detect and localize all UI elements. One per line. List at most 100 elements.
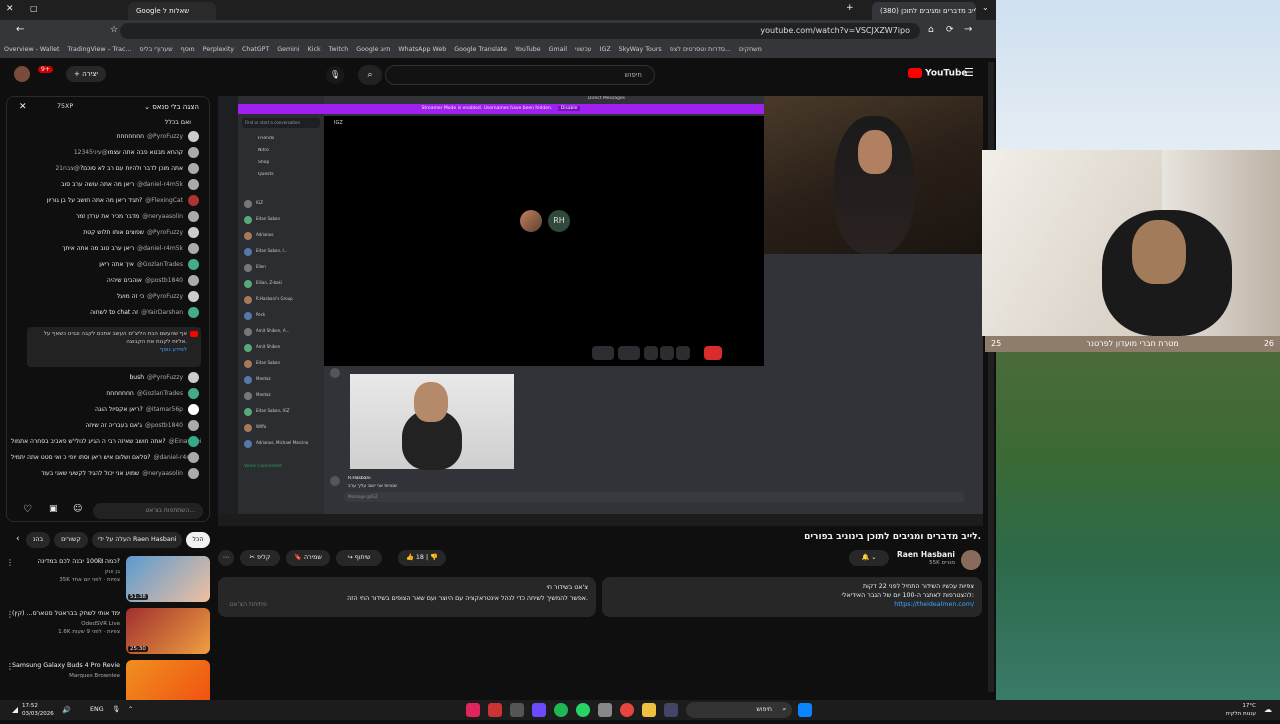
chat-author[interactable]: @PyroFuzzy: [147, 374, 183, 381]
more-vert-icon[interactable]: ⋮: [6, 558, 14, 567]
volume-icon[interactable]: 🔊: [62, 700, 71, 720]
proton-vpn-icon[interactable]: [532, 703, 546, 717]
chevron-left-icon[interactable]: ‹: [16, 534, 20, 544]
dm-item[interactable]: Eitan Saban: [256, 216, 318, 221]
bookmark-item[interactable]: סדרות וטסרטים לצפ...: [670, 42, 731, 58]
recommendation-item[interactable]: 25:30 גל כהן לימד אותי לשחק בבראטל סטארס.…: [6, 608, 210, 654]
dm-item[interactable]: Amit Shiben: [256, 344, 318, 349]
bookmark-item[interactable]: WhatsApp Web: [398, 42, 446, 58]
file-explorer-icon[interactable]: [642, 703, 656, 717]
hamburger-menu-icon[interactable]: ☰: [964, 66, 974, 79]
description-link[interactable]: https://theidealmen.com/: [610, 600, 974, 609]
discord-channel[interactable]: Friends: [258, 136, 274, 141]
channel-name[interactable]: Raen Hasbani: [897, 550, 955, 559]
chat-author[interactable]: @PyroFuzzy: [147, 293, 183, 300]
more-icon[interactable]: [676, 346, 690, 360]
save-button[interactable]: 🔖 שמירה: [286, 550, 330, 566]
chat-author[interactable]: @צבח21: [55, 165, 80, 172]
avatar[interactable]: [961, 550, 981, 570]
description-box[interactable]: צפיות עכשיו השידור התחיל לפני 22 דקות לה…: [602, 577, 982, 617]
start-icon[interactable]: [798, 703, 812, 717]
dm-item[interactable]: Adrianos, Michael Marcino: [256, 440, 318, 445]
bookmark-item[interactable]: IGZ: [600, 42, 611, 58]
more-actions-button[interactable]: ⋯: [218, 550, 234, 566]
bookmark-item[interactable]: Perplexity: [203, 42, 234, 58]
wifi-icon[interactable]: ◢: [12, 700, 18, 720]
bookmark-item[interactable]: Gmail: [549, 42, 567, 58]
taskbar-search[interactable]: חיפוש ⌕: [686, 702, 792, 718]
chat-author[interactable]: @GozlanTrades: [137, 390, 183, 397]
filter-chip[interactable]: העלה על ידי Raen Hasbani: [92, 532, 182, 548]
close-icon[interactable]: ✕: [6, 4, 14, 14]
search-button[interactable]: ⌕: [358, 65, 382, 85]
dm-item[interactable]: Wiffa: [256, 424, 318, 429]
language-indicator[interactable]: ENG: [90, 700, 104, 720]
dm-item[interactable]: Mantaz: [256, 376, 318, 381]
chat-author[interactable]: @postb1840: [145, 422, 183, 429]
discord-channel[interactable]: Nitro: [258, 148, 269, 153]
url-field[interactable]: youtube.com/watch?v=VSCJXZW7ipo: [120, 23, 920, 39]
clip-button[interactable]: ✂ קליפ: [240, 550, 280, 566]
mic-toggle-icon[interactable]: [592, 346, 614, 360]
chat-author[interactable]: @PyroFuzzy: [147, 133, 183, 140]
app-icon[interactable]: [664, 703, 678, 717]
heart-icon[interactable]: ♡: [23, 504, 32, 515]
chat-author[interactable]: @neryaasolin: [142, 470, 183, 477]
video-thumbnail[interactable]: [126, 660, 210, 700]
recommendation-title[interactable]: כמה 100₪ יבנה לכם במדינה?: [12, 558, 120, 566]
tiktok-icon[interactable]: [466, 703, 480, 717]
recommendation-title[interactable]: Samsung Galaxy Buds 4 Pro Review: Better…: [12, 662, 120, 670]
dm-item[interactable]: Ellen: [256, 264, 318, 269]
dm-item[interactable]: IGZ: [256, 200, 318, 205]
more-vert-icon[interactable]: ⋮: [6, 610, 14, 619]
bookmark-item[interactable]: Gemini: [277, 42, 299, 58]
message-input[interactable]: Message @IGZ: [344, 492, 964, 502]
dm-item[interactable]: Ellian, Z-boki: [256, 280, 318, 285]
clock-date[interactable]: 03/03/2026: [22, 704, 54, 724]
dm-item[interactable]: Adrianos: [256, 232, 318, 237]
emoji-icon[interactable]: ☺: [73, 504, 82, 514]
back-icon[interactable]: ←: [16, 24, 24, 35]
chat-author[interactable]: @YairDarshan: [141, 309, 183, 316]
chat-author[interactable]: @FlexingCat: [145, 197, 183, 204]
chevron-up-icon[interactable]: ⌃: [128, 700, 133, 720]
recommendation-item[interactable]: 51:38 כמה 100₪ יבנה לכם במדינה? בן וונק 35K…: [6, 556, 210, 602]
disable-button[interactable]: Disable: [557, 106, 581, 111]
recommendation-title[interactable]: גל כהן לימד אותי לשחק בבראטל סטארס... (ק…: [12, 610, 120, 618]
menu-icon[interactable]: ▢: [30, 4, 38, 13]
dm-item[interactable]: R.Hasbani's Group: [256, 296, 318, 301]
home-icon[interactable]: ⌂: [928, 25, 934, 35]
dm-item[interactable]: Mantaz: [256, 392, 318, 397]
open-chat-button[interactable]: פתיחת הצ'אט: [226, 597, 270, 613]
app-icon[interactable]: [488, 703, 502, 717]
tab-google[interactable]: Google שאלות ל: [128, 2, 216, 20]
chat-input[interactable]: השתתפות בצ'אט...: [93, 503, 203, 519]
chat-author[interactable]: @עיני12345: [74, 149, 108, 156]
chat-author[interactable]: @neryaasolin: [142, 213, 183, 220]
chrome-icon[interactable]: [620, 703, 634, 717]
dm-item[interactable]: Eitan Saban: [256, 360, 318, 365]
bookmark-item[interactable]: Kick: [308, 42, 321, 58]
learn-more-link[interactable]: למידע נוסף: [160, 347, 187, 353]
bookmark-item[interactable]: Google Translate: [454, 42, 507, 58]
chat-author[interactable]: @daniel-r4m5k: [137, 245, 183, 252]
chat-author[interactable]: @GozlanTrades: [137, 261, 183, 268]
chevron-down-icon[interactable]: ⌄: [982, 3, 989, 12]
recommendation-item[interactable]: Samsung Galaxy Buds 4 Pro Review: Better…: [6, 660, 210, 700]
mic-button[interactable]: 🎙: [326, 66, 344, 84]
chat-author[interactable]: @itamar56p: [146, 406, 183, 413]
bookmark-item[interactable]: Overview - Wallet: [4, 42, 59, 58]
dm-item[interactable]: Peck: [256, 312, 318, 317]
filter-chip[interactable]: בהנ: [26, 532, 50, 548]
bookmark-item[interactable]: TradingView – Trac...: [67, 42, 131, 58]
recommendation-channel[interactable]: בן וונק: [12, 568, 120, 576]
search-input[interactable]: חיפוש: [385, 65, 655, 85]
tab-youtube-live[interactable]: (380) לייב מדברים ומגיבים לתוכן: [872, 2, 976, 20]
bookmark-item[interactable]: ChatGPT: [242, 42, 269, 58]
bookmark-item[interactable]: Google תיוג: [356, 42, 390, 58]
recommendation-channel[interactable]: Marques Brownlee: [12, 672, 120, 680]
dm-item[interactable]: Eitan Saban, I...: [256, 248, 318, 253]
youtube-logo[interactable]: YouTube: [908, 68, 968, 79]
dm-item[interactable]: Amit Shiben, A...: [256, 328, 318, 333]
bookmark-item[interactable]: SkyWay Tours: [619, 42, 662, 58]
